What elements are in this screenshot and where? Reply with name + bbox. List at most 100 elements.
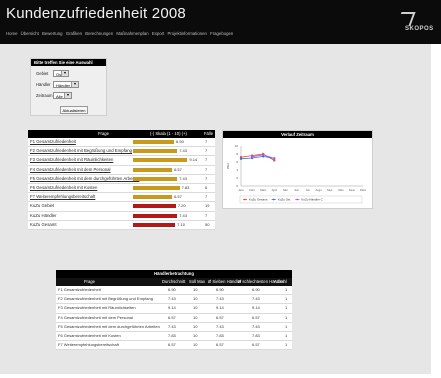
nav-item-grafiken[interactable]: Grafiken xyxy=(66,31,82,36)
case-count: 7 xyxy=(205,139,208,144)
nav-item-home[interactable]: Home xyxy=(6,31,17,36)
case-count: 7 xyxy=(205,194,208,200)
x-tick-label: Okto xyxy=(338,188,344,192)
table-cell: 1 xyxy=(285,314,288,320)
table-row: F4 Gesamtzufriedenheit mit dem Personal 6… xyxy=(28,165,215,175)
skopos-logo: SKOPOS xyxy=(396,12,433,40)
table-cell: 1 xyxy=(285,342,288,348)
score-bar xyxy=(133,204,176,209)
trend-chart-panel: Verlauf Zeitraum 0 2 4 6 8 10 Wert Janu Febr März… xyxy=(222,130,373,209)
question-link[interactable]: F5 Gesamtzufriedenheit mit dem durchgefü… xyxy=(30,176,139,181)
table-cell: 6.90 xyxy=(168,287,176,292)
update-button[interactable]: Aktualisieren xyxy=(60,106,88,114)
score-value: 7.43 xyxy=(179,175,187,181)
table-row: F1 Gesamtzufriedenheit 6.90 10 6.90 6.90 1 xyxy=(56,286,292,296)
case-count: 50 xyxy=(205,221,210,227)
results-table: Frage (-) Skala (1 - 10) (+) Fälle F1 Ge… xyxy=(28,130,215,230)
page-title: Kundenzufriedenheit 2008 xyxy=(6,5,186,22)
data-point xyxy=(239,157,243,160)
question-link[interactable]: F3 Gesamtzufriedenheit mit Räumlichkeite… xyxy=(30,157,113,162)
table-cell: 1 xyxy=(285,305,288,311)
nav-item-projektinformationen[interactable]: Projektinformationen xyxy=(167,31,206,36)
table-row: F4 Gesamtzufriedenheit mit dem Personal 6… xyxy=(56,313,292,323)
filter-label-gebiet: Gebiet xyxy=(36,71,49,76)
table-cell: 7.83 xyxy=(252,332,260,338)
score-value: 7.10 xyxy=(177,221,186,227)
dealer-column-header: Frage xyxy=(84,279,95,284)
table-cell: 1 xyxy=(285,287,288,292)
score-bar xyxy=(133,176,178,181)
nav-item-uebersicht[interactable]: Übersicht xyxy=(21,31,39,36)
x-tick-label: Sept xyxy=(327,188,333,192)
chevron-down-icon: ▼ xyxy=(71,82,78,87)
table-cell: 10 xyxy=(193,314,198,320)
dealer-table-body: F1 Gesamtzufriedenheit 6.90 10 6.90 6.90 1 F2 … xyxy=(56,286,292,351)
nav-item-massnahmenplan[interactable]: Maßnahmenplan xyxy=(116,31,148,36)
question-label: F3 Gesamtzufriedenheit mit Räumlichkeite… xyxy=(58,305,136,311)
question-link[interactable]: F7 Weiterempfehlungsbereitschaft xyxy=(30,194,95,199)
score-bar xyxy=(133,185,180,190)
question-link[interactable]: F2 Gesamtzufriedenheit mit Begrüßung und… xyxy=(30,148,132,153)
question-link[interactable]: F1 Gesamtzufriedenheit xyxy=(30,139,76,144)
score-value: 7.83 xyxy=(181,184,190,190)
x-tick-label: Febr xyxy=(249,188,254,192)
haendler-select[interactable]: Händler C ▼ xyxy=(53,81,79,88)
score-bar xyxy=(133,167,173,172)
chevron-down-icon: ▼ xyxy=(64,93,71,98)
legend-entry: KuZu Gesamt xyxy=(249,198,268,202)
nav-item-fragebogen[interactable]: Fragebogen xyxy=(210,31,233,36)
nav-item-export[interactable]: Export xyxy=(152,31,164,36)
filter-heading: Bitte treffen Sie eine Auswahl xyxy=(31,59,106,66)
column-header-skala: (-) Skala (1 - 10) (+) xyxy=(150,131,187,136)
case-count: 7 xyxy=(205,157,208,163)
question-label: KuZu Gesamt xyxy=(30,221,57,227)
dealer-column-header: Soll Max xyxy=(189,279,206,284)
y-tick-label: 4 xyxy=(236,168,238,172)
filter-label-zeitraum: Zeitraum xyxy=(36,93,53,98)
score-value: 7.20 xyxy=(177,203,186,209)
table-cell: 10 xyxy=(193,296,198,302)
table-cell: 9.14 xyxy=(216,305,224,311)
table-row: F1 Gesamtzufriedenheit 6.90 7 xyxy=(28,138,215,148)
dealer-table-caption: Händlerbetrachtung xyxy=(56,270,292,278)
nav-item-bewertung[interactable]: Bewertung xyxy=(42,31,63,36)
score-value: 6.90 xyxy=(176,139,184,144)
x-tick-label: März xyxy=(260,188,266,192)
case-count: 19 xyxy=(205,203,210,209)
case-count: 7 xyxy=(205,212,208,218)
y-tick-label: 8 xyxy=(236,152,238,156)
question-label: F5 Gesamtzufriedenheit mit dem durchgefü… xyxy=(58,323,160,329)
x-tick-label: Juni xyxy=(294,188,299,192)
question-link[interactable]: F6 Gesamtzufriedenheit mit Kosten xyxy=(30,185,97,190)
table-cell: 9.14 xyxy=(252,305,260,311)
question-label: F6 Gesamtzufriedenheit mit Kosten xyxy=(58,332,121,338)
question-link[interactable]: F4 Gesamtzufriedenheit mit dem Personal xyxy=(30,167,110,172)
results-table-body: F1 Gesamtzufriedenheit 6.90 7 F2 Gesamtzufr… xyxy=(28,138,215,230)
nav-item-berechnungen[interactable]: Berechnungen xyxy=(85,31,113,36)
table-row: F2 Gesamtzufriedenheit mit Begrüßung und… xyxy=(56,295,292,305)
table-row: F5 Gesamtzufriedenheit mit dem durchgefü… xyxy=(28,174,215,184)
filter-panel: Bitte treffen Sie eine Auswahl Gebiet Os… xyxy=(30,58,107,116)
results-table-header: Frage (-) Skala (1 - 10) (+) Fälle xyxy=(28,130,215,138)
x-tick-label: April xyxy=(272,188,278,192)
table-cell: 7.43 xyxy=(252,296,260,302)
chart-title: Verlauf Zeitraum xyxy=(223,131,372,138)
chevron-down-icon: ▼ xyxy=(61,71,68,76)
x-tick-label: Nove xyxy=(349,188,356,192)
gebiet-select[interactable]: Ost ▼ xyxy=(53,70,69,77)
zeitraum-select[interactable]: Alle ▼ xyxy=(53,92,72,99)
question-label: F4 Gesamtzufriedenheit mit dem Personal xyxy=(58,314,133,320)
table-row: F3 Gesamtzufriedenheit mit Räumlichkeite… xyxy=(28,156,215,166)
table-cell: 6.90 xyxy=(216,287,224,292)
score-value: 9.14 xyxy=(189,157,198,163)
score-bar xyxy=(133,195,173,200)
table-row: F6 Gesamtzufriedenheit mit Kosten 7.83 6 xyxy=(28,183,215,194)
case-count: 7 xyxy=(205,175,208,181)
score-bar xyxy=(133,140,175,144)
table-row: F5 Gesamtzufriedenheit mit dem durchgefü… xyxy=(56,322,292,332)
x-tick-label: Deze xyxy=(360,188,367,192)
legend-entry: KuZu Händler C xyxy=(301,198,323,202)
x-tick-label: Augu xyxy=(316,188,323,192)
table-cell: 7.43 xyxy=(252,323,260,329)
table-cell: 7.43 xyxy=(168,296,176,302)
